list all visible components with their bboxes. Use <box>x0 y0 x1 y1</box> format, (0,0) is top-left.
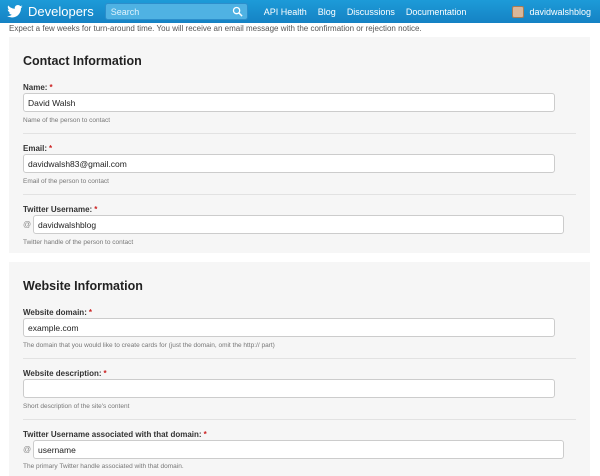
email-help: Email of the person to contact <box>23 178 109 185</box>
brand-name: Developers <box>28 4 94 19</box>
name-label-text: Name: <box>23 83 48 92</box>
nav-blog[interactable]: Blog <box>318 7 336 17</box>
user-menu[interactable]: davidwalshblog <box>512 5 591 18</box>
email-label-text: Email: <box>23 144 48 153</box>
name-input[interactable] <box>23 93 555 112</box>
domain-twitter-username-input[interactable] <box>33 440 564 459</box>
brand[interactable]: Developers <box>6 0 94 23</box>
name-field-group: Name:* Name of the person to contact <box>23 83 576 124</box>
nav-api-health[interactable]: API Health <box>264 7 307 17</box>
section-title: Contact Information <box>23 54 142 68</box>
at-sign: @ <box>23 445 32 454</box>
required-marker: * <box>49 144 53 153</box>
email-field-group: Email:* Email of the person to contact <box>23 144 576 185</box>
required-marker: * <box>94 205 98 214</box>
divider <box>23 133 576 134</box>
website-description-field-group: Website description: * Short description … <box>23 369 576 410</box>
website-domain-help: The domain that you would like to create… <box>23 342 275 349</box>
twitter-username-label: Twitter Username: * <box>23 205 576 214</box>
required-marker: * <box>103 369 107 378</box>
website-domain-input[interactable] <box>23 318 555 337</box>
search-input[interactable] <box>105 6 226 17</box>
twitter-username-label-text: Twitter Username: <box>23 205 93 214</box>
at-sign: @ <box>23 220 32 229</box>
user-name: davidwalshblog <box>529 6 591 17</box>
nav-discussions[interactable]: Discussions <box>347 7 395 17</box>
website-domain-label-text: Website domain: <box>23 308 87 317</box>
name-help: Name of the person to contact <box>23 117 111 124</box>
name-label: Name: * <box>23 83 576 92</box>
domain-twitter-username-help: The primary Twitter handle associated wi… <box>23 463 184 470</box>
website-domain-label: Website domain: * <box>23 308 576 317</box>
required-marker: * <box>88 308 92 317</box>
search-box[interactable] <box>104 3 248 20</box>
twitter-username-field-group: Twitter Username:* @ Twitter handle of t… <box>23 205 576 246</box>
top-nav-bar: Developers API Health Blog Discussions D… <box>0 0 600 23</box>
twitter-username-help: Twitter handle of the person to contact <box>23 239 134 246</box>
main-nav: API Health Blog Discussions Documentatio… <box>264 7 478 17</box>
twitter-bird-icon <box>7 4 23 17</box>
required-marker: * <box>49 83 53 92</box>
divider <box>23 194 576 195</box>
domain-twitter-username-label-text: Twitter Username associated with that do… <box>23 430 202 439</box>
domain-twitter-username-label: Twitter Username associated with that do… <box>23 430 576 439</box>
twitter-username-input[interactable] <box>33 215 564 234</box>
intro-text: Expect a few weeks for turn-around time.… <box>9 24 422 33</box>
website-domain-field-group: Website domain:* The domain that you wou… <box>23 308 576 349</box>
website-description-label-text: Website description: <box>23 369 102 378</box>
website-description-input[interactable] <box>23 379 555 398</box>
divider <box>23 358 576 359</box>
website-description-help: Short description of the site's content <box>23 403 130 410</box>
search-icon[interactable] <box>232 6 243 17</box>
section-title: Website Information <box>23 279 143 293</box>
divider <box>23 419 576 420</box>
email-input[interactable] <box>23 154 555 173</box>
contact-information-panel: Contact Information Name:* Name of the p… <box>9 37 590 253</box>
nav-documentation[interactable]: Documentation <box>406 7 467 17</box>
avatar <box>512 5 525 18</box>
required-marker: * <box>203 430 207 439</box>
domain-twitter-username-field-group: Twitter Username associated with that do… <box>23 430 576 474</box>
email-label: Email: * <box>23 144 576 153</box>
website-description-label: Website description: * <box>23 369 576 378</box>
website-information-panel: Website Information Website domain:* The… <box>9 262 590 476</box>
